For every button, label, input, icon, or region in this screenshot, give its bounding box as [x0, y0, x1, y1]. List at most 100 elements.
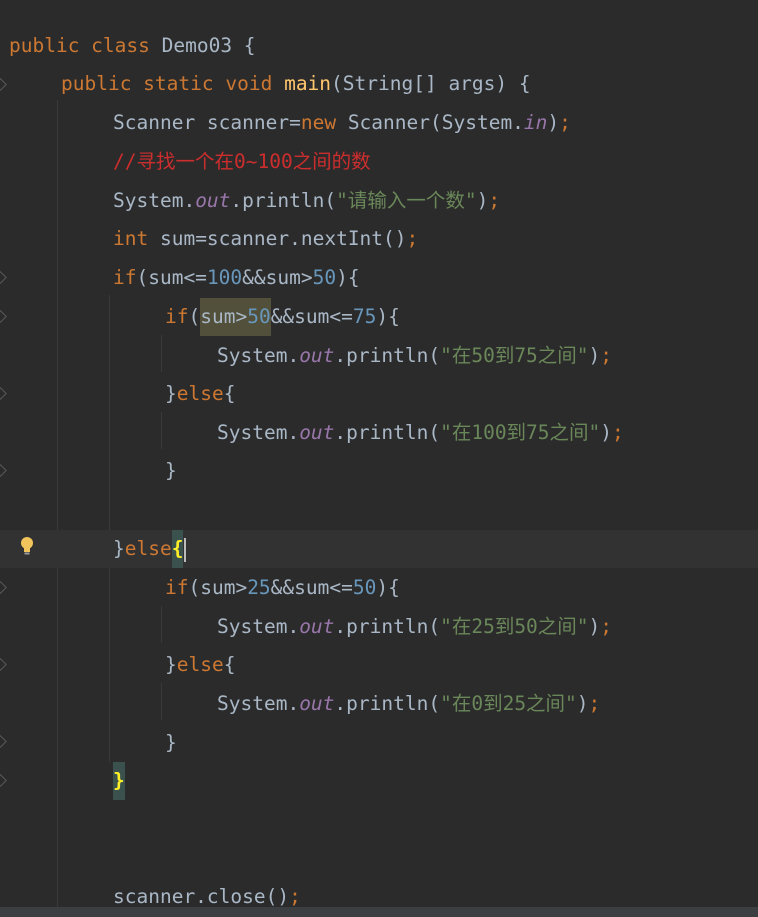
semicolon: ; [612, 421, 624, 444]
code-text: } [165, 459, 177, 482]
matched-brace: } [113, 762, 125, 800]
semicolon: ; [588, 692, 601, 715]
keyword: public class [9, 34, 150, 57]
semicolon: ; [600, 615, 613, 638]
code-text: &&sum> [242, 266, 313, 289]
code-text: System. [217, 692, 300, 715]
code-line[interactable]: } [0, 452, 758, 490]
keyword: else [176, 382, 224, 405]
code-text: .println( [334, 692, 441, 715]
string-literal: "在100到75之间" [440, 421, 601, 444]
code-text: ) [600, 421, 613, 444]
current-code-line[interactable]: }else{ [0, 530, 758, 568]
code-text: (sum> [188, 576, 248, 599]
number-literal: 100 [206, 266, 243, 289]
code-text: ) [476, 189, 489, 212]
number-literal: 50 [312, 266, 337, 289]
static-field: out [299, 421, 335, 444]
code-line[interactable]: Scanner scanner=new Scanner(System.in); [0, 104, 758, 142]
code-text: System. [217, 344, 300, 367]
code-text: } [165, 382, 177, 405]
code-text: System. [113, 189, 196, 212]
code-line[interactable]: public class Demo03 { [0, 27, 758, 65]
code-text: &&sum<= [270, 576, 353, 599]
code-line[interactable]: System.out.println("在0到25之间"); [0, 685, 758, 723]
semicolon: ; [488, 189, 501, 212]
number-literal: 25 [247, 576, 271, 599]
code-text: Demo03 { [149, 34, 256, 57]
keyword: if [165, 305, 189, 328]
code-line[interactable]: System.out.println("在25到50之间"); [0, 608, 758, 646]
static-field: out [195, 189, 231, 212]
number-literal: 50 [247, 305, 271, 328]
keyword: if [113, 266, 137, 289]
code-text: ) [588, 615, 601, 638]
semicolon: ; [600, 344, 613, 367]
semicolon: ; [559, 111, 571, 134]
code-text: &&sum<= [270, 305, 353, 328]
semicolon: ; [289, 885, 301, 908]
static-field: out [299, 615, 335, 638]
code-text: Scanner scanner= [113, 111, 301, 134]
code-line[interactable]: public static void main(String[] args) { [0, 65, 758, 103]
keyword: else [124, 537, 172, 560]
code-line[interactable]: }else{ [0, 646, 758, 684]
code-text: } [165, 731, 177, 754]
code-text: ) [547, 111, 560, 134]
code-line[interactable]: System.out.println("在50到75之间"); [0, 337, 758, 375]
string-literal: "在50到75之间" [440, 344, 589, 367]
code-line[interactable]: } [0, 724, 758, 762]
code-line[interactable]: if(sum>25&&sum<=50){ [0, 569, 758, 607]
code-text: ) [588, 344, 601, 367]
keyword: new [300, 111, 337, 134]
lightbulb-icon[interactable] [20, 536, 34, 556]
code-text: ) [576, 692, 589, 715]
code-line[interactable]: }else{ [0, 375, 758, 413]
code-text: System. [217, 615, 300, 638]
code-line[interactable]: //寻找一个在0~100之间的数 [0, 143, 758, 181]
code-text: (String[] args) { [331, 72, 531, 95]
code-text: Scanner(System. [336, 111, 524, 134]
code-text: .println( [334, 344, 441, 367]
static-field: in [523, 111, 548, 134]
text-caret [184, 537, 187, 562]
code-text: .println( [230, 189, 337, 212]
number-literal: 50 [352, 576, 377, 599]
static-field: out [299, 692, 335, 715]
number-literal: 75 [352, 305, 377, 328]
code-text: ){ [376, 305, 400, 328]
code-line[interactable]: } [0, 762, 758, 800]
code-text: { [223, 653, 236, 676]
method-name: main [284, 72, 332, 95]
code-line[interactable]: if(sum>50&&sum<=75){ [0, 298, 758, 336]
code-line[interactable]: if(sum<=100&&sum>50){ [0, 259, 758, 297]
code-text: { [223, 382, 236, 405]
code-text: System. [217, 421, 300, 444]
string-literal: "在0到25之间" [440, 692, 577, 715]
code-line[interactable]: System.out.println("在100到75之间"); [0, 414, 758, 452]
string-literal: "在25到50之间" [440, 615, 589, 638]
code-text: sum=scanner.nextInt() [148, 227, 407, 250]
code-text: } [165, 653, 177, 676]
code-text: ){ [376, 576, 400, 599]
keyword: else [176, 653, 224, 676]
matched-brace: { [171, 530, 184, 568]
horizontal-scrollbar[interactable] [0, 907, 758, 917]
keyword: if [165, 576, 189, 599]
keyword: public static void [61, 72, 273, 95]
code-line[interactable]: int sum=scanner.nextInt(); [0, 220, 758, 258]
code-text: .println( [334, 615, 441, 638]
code-text: (sum<= [136, 266, 207, 289]
keyword: int [113, 227, 149, 250]
comment: //寻找一个在0~100之间的数 [113, 150, 371, 173]
semicolon: ; [406, 227, 419, 250]
code-text: ){ [336, 266, 360, 289]
static-field: out [299, 344, 335, 367]
code-line[interactable]: System.out.println("请输入一个数"); [0, 182, 758, 220]
code-text: scanner.close() [113, 885, 290, 908]
code-text: ( [188, 305, 201, 328]
code-text: sum> [200, 305, 248, 328]
code-editor[interactable]: public class Demo03 { public static void… [0, 0, 758, 917]
code-text: .println( [334, 421, 441, 444]
code-text: } [113, 537, 125, 560]
